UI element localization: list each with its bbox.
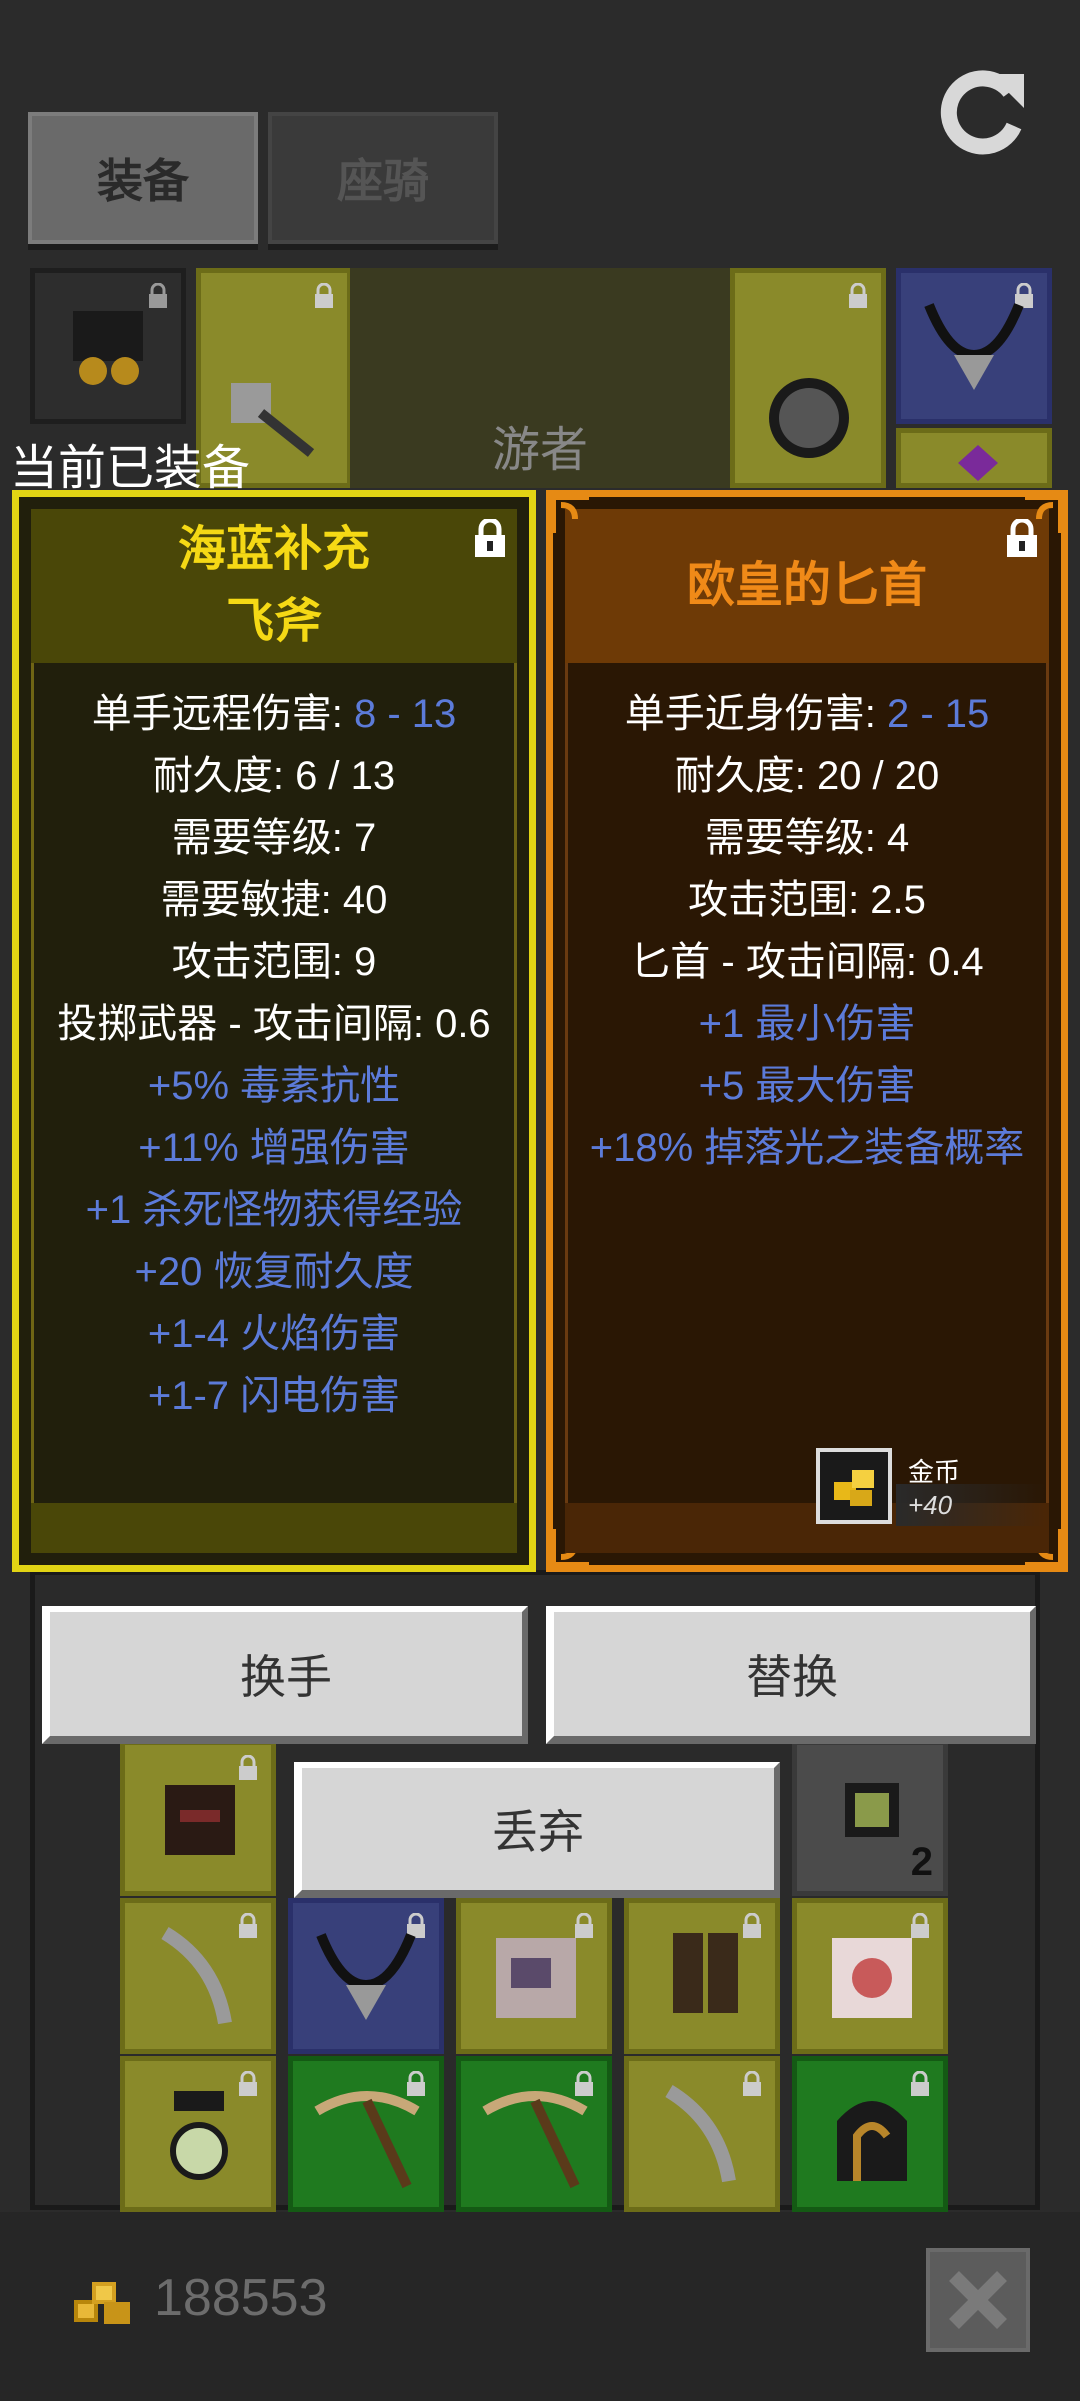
stat-required-level: 需要等级: 7	[171, 816, 377, 860]
stat-attack-interval: 投掷武器 - 攻击间隔: 0.6	[57, 1002, 491, 1046]
stat-label: 单手近身伤害:	[624, 692, 887, 736]
amulet-slot[interactable]	[896, 268, 1052, 424]
bonus-stat: +11% 增强伤害	[138, 1126, 410, 1170]
stat-durability: 耐久度: 6 / 13	[152, 754, 396, 798]
corner-ornament-icon	[1025, 494, 1064, 533]
gold-bonus-icon	[816, 1448, 892, 1524]
item-stats: 单手远程伤害: 8 - 13 耐久度: 6 / 13 需要等级: 7 需要敏捷:…	[19, 683, 529, 1427]
goggles-helmet-icon	[73, 311, 143, 385]
inventory-slot[interactable]	[456, 2056, 612, 2212]
gold-bonus-value: +40	[908, 1490, 953, 1520]
stat-required-dexterity: 需要敏捷: 40	[160, 878, 388, 922]
replace-button[interactable]: 替换	[546, 1606, 1036, 1744]
inventory-slot[interactable]	[624, 1898, 780, 2054]
bonus-stat: +1 最小伤害	[698, 1002, 916, 1046]
swap-hand-button[interactable]: 换手	[42, 1606, 528, 1744]
stack-count: 2	[910, 1840, 933, 1884]
dark-helmet-icon	[165, 1785, 235, 1855]
horned-amulet-icon	[316, 1933, 416, 2020]
equipped-heading: 当前已装备	[10, 442, 251, 495]
stat-label: 单手远程伤害:	[91, 692, 354, 736]
gold-bonus-badge: 金币 +40	[816, 1444, 1056, 1534]
green-gem-icon	[845, 1783, 899, 1837]
inventory-slot[interactable]	[456, 1898, 612, 2054]
discard-label: 丢弃	[492, 1806, 584, 1858]
lantern-icon	[170, 2091, 228, 2180]
close-button[interactable]	[926, 2248, 1030, 2352]
lock-icon[interactable]	[473, 519, 507, 559]
bonus-stat: +5% 毒素抗性	[147, 1064, 401, 1108]
tab-equipment[interactable]: 装备	[28, 112, 258, 244]
inventory-slot[interactable]	[288, 1898, 444, 2054]
item-stats: 单手近身伤害: 2 - 15 耐久度: 20 / 20 需要等级: 4 攻击范围…	[553, 683, 1061, 1179]
hero-name: 游者	[491, 424, 588, 477]
stat-value: 2 - 15	[886, 692, 990, 736]
bonus-stat: +18% 掉落光之装备概率	[589, 1126, 1025, 1170]
inventory-slot[interactable]	[624, 2056, 780, 2212]
bonus-stat: +1-7 闪电伤害	[147, 1374, 401, 1418]
tab-equipment-label: 装备	[97, 155, 189, 207]
scimitar-icon	[665, 2084, 736, 2183]
inventory-slot[interactable]	[792, 2056, 948, 2212]
inventory-slot[interactable]	[792, 1898, 948, 2054]
horned-amulet-icon	[924, 303, 1024, 390]
inventory-slot[interactable]	[120, 1898, 276, 2054]
discard-button[interactable]: 丢弃	[294, 1762, 780, 1898]
item-title: 欧皇的匕首	[686, 559, 927, 612]
lock-icon	[315, 283, 333, 308]
lock-icon	[849, 283, 867, 308]
item-title-line2: 飞斧	[225, 595, 322, 648]
stat-value: 8 - 13	[353, 692, 457, 736]
refresh-icon[interactable]	[932, 64, 1032, 164]
helmet-slot[interactable]	[30, 268, 186, 424]
scimitar-icon	[161, 1926, 232, 2025]
inventory-slot[interactable]: 2	[792, 1740, 948, 1896]
coins-icon	[834, 1470, 874, 1506]
stat-damage: 单手远程伤害: 8 - 13	[19, 683, 529, 745]
hood-icon	[837, 2101, 907, 2181]
shield-icon	[769, 378, 849, 458]
stat-damage: 单手近身伤害: 2 - 15	[553, 683, 1061, 745]
bonus-stat: +1 杀死怪物获得经验	[85, 1188, 463, 1232]
inventory-slot[interactable]	[120, 1740, 276, 1896]
weapon-slot-right[interactable]	[730, 268, 886, 488]
bonus-stat: +5 最大伤害	[698, 1064, 916, 1108]
bonus-stat: +20 恢复耐久度	[134, 1250, 414, 1294]
pickaxe-icon	[314, 2091, 420, 2189]
gold-amount: 188553	[154, 2269, 328, 2327]
scroll-icon	[496, 1938, 576, 2018]
selected-item-card: 欧皇的匕首 单手近身伤害: 2 - 15 耐久度: 20 / 20 需要等级: …	[546, 490, 1068, 1572]
item-title-line1: 海蓝补充	[177, 523, 370, 576]
corner-ornament-icon	[550, 494, 589, 533]
pet-scroll-icon	[832, 1938, 912, 2018]
stat-attack-range: 攻击范围: 2.5	[688, 878, 926, 922]
boots-icon	[673, 1933, 738, 2013]
ring-slot[interactable]	[896, 428, 1052, 488]
stat-required-level: 需要等级: 4	[704, 816, 910, 860]
inventory-slot[interactable]	[288, 2056, 444, 2212]
stat-attack-interval: 匕首 - 攻击间隔: 0.4	[630, 940, 984, 984]
replace-label: 替换	[746, 1651, 838, 1703]
stat-durability: 耐久度: 20 / 20	[674, 754, 940, 798]
bonus-stat: +1-4 火焰伤害	[147, 1312, 401, 1356]
pickaxe-icon	[482, 2091, 588, 2189]
tab-mount[interactable]: 座骑	[268, 112, 498, 244]
swap-hand-label: 换手	[240, 1651, 332, 1703]
inventory-slot[interactable]	[120, 2056, 276, 2212]
gem-icon	[958, 445, 998, 481]
card-footer-band	[31, 1503, 517, 1553]
tab-mount-label: 座骑	[337, 155, 429, 207]
gold-coins-icon	[74, 2282, 130, 2324]
item-title-banner: 欧皇的匕首	[565, 509, 1049, 663]
close-icon	[949, 2271, 1007, 2329]
stat-attack-range: 攻击范围: 9	[171, 940, 377, 984]
gold-bonus-label: 金币	[908, 1457, 961, 1487]
equipped-item-card: 海蓝补充 飞斧 单手远程伤害: 8 - 13 耐久度: 6 / 13 需要等级:…	[12, 490, 536, 1572]
item-title-banner: 海蓝补充 飞斧	[31, 509, 517, 663]
